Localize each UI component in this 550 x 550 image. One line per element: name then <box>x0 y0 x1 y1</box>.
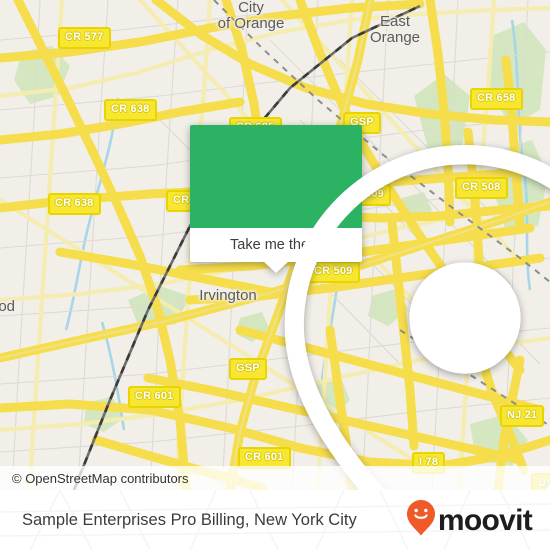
popup-header <box>190 125 550 490</box>
road-shield-cr577: CR 577 <box>58 27 111 49</box>
place-label-east-orange: East Orange <box>369 13 421 47</box>
road-shield-cr638-b: CR 638 <box>48 193 101 215</box>
osm-attribution-text: © OpenStreetMap contributors <box>12 470 189 486</box>
location-popup[interactable]: Take me there <box>190 125 550 490</box>
popup-pointer <box>264 262 288 273</box>
moovit-pin-icon <box>406 499 436 542</box>
place-label-maplewood: ood <box>0 298 16 315</box>
map-canvas[interactable]: City of Orange East Orange Irvington ood… <box>0 0 550 490</box>
footer-title-text: Sample Enterprises Pro Billing, New York… <box>22 510 357 529</box>
footer-title: Sample Enterprises Pro Billing, New York… <box>22 490 357 550</box>
road-shield-cr658: CR 658 <box>470 88 523 110</box>
moovit-logo[interactable]: moovit <box>406 490 533 550</box>
road-shield-cr638-a: CR 638 <box>104 99 157 121</box>
moovit-wordmark: moovit <box>437 504 533 537</box>
map-screenshot: City of Orange East Orange Irvington ood… <box>0 0 550 550</box>
map-attribution-bar: © OpenStreetMap contributors <box>0 466 550 490</box>
road-shield-cr601-a: CR 601 <box>128 386 181 408</box>
footer-bar: Sample Enterprises Pro Billing, New York… <box>0 490 550 550</box>
place-label-city-of-orange: City of Orange <box>217 0 285 33</box>
